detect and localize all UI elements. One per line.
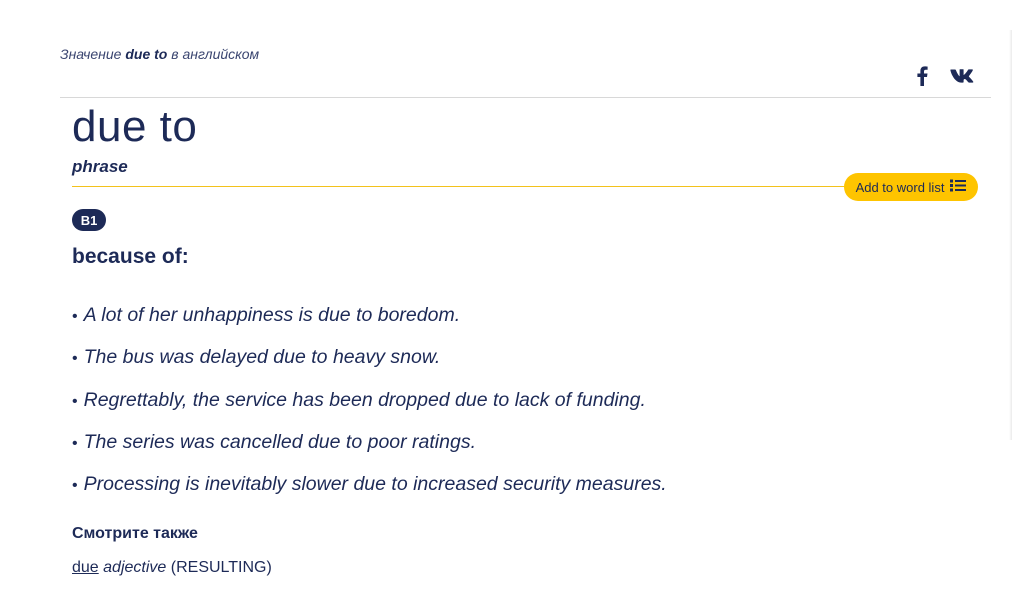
breadcrumb: Значение due to в английском [60,46,259,62]
dictionary-page: Значение due to в английском due to phra… [0,0,1012,602]
breadcrumb-prefix: Значение [60,46,122,62]
header-divider [60,97,991,98]
bullet: • [72,308,78,325]
example-text: Regrettably, the service has been droppe… [83,388,646,411]
part-of-speech: phrase [72,157,128,176]
example-text: A lot of her unhappiness is due to bored… [83,304,461,326]
example-item: • The bus was delayed due to heavy snow. [72,342,667,384]
example-item: • The series was cancelled due to poor ra… [72,427,667,469]
definition: because of: [72,245,189,268]
social-share-bar [916,66,974,91]
facebook-icon[interactable] [916,66,928,91]
bullet: • [72,392,78,410]
bullet: • [72,434,78,452]
see-also-guide: (RESULTING) [170,559,272,576]
example-item: • Processing is inevitably slower due to … [72,469,667,511]
see-also-entry: due adjective (RESULTING) [72,559,272,577]
add-to-word-list-button[interactable]: Add to word list [844,173,978,201]
bullet: • [72,477,78,495]
entry-divider [72,186,862,187]
example-item: • Regrettably, the service has been dropp… [72,385,667,427]
list-icon [950,179,967,195]
headword: due to [72,102,198,151]
breadcrumb-suffix: в английском [171,46,260,62]
cefr-level-badge: B1 [72,209,106,231]
see-also-link[interactable]: due [72,559,99,576]
example-text: The bus was delayed due to heavy snow. [83,346,441,369]
see-also-pos: adjective [103,559,167,576]
example-list: • A lot of her unhappiness is due to bore… [72,300,667,511]
add-to-word-list-label: Add to word list [855,179,945,195]
example-text: The series was cancelled due to poor rat… [83,430,476,453]
see-also-heading: Смотрите также [72,525,198,542]
bullet: • [72,350,78,368]
example-item: • A lot of her unhappiness is due to bore… [72,300,667,342]
vk-icon[interactable] [950,68,974,89]
example-text: Processing is inevitably slower due to i… [83,473,667,496]
breadcrumb-term: due to [125,46,168,62]
